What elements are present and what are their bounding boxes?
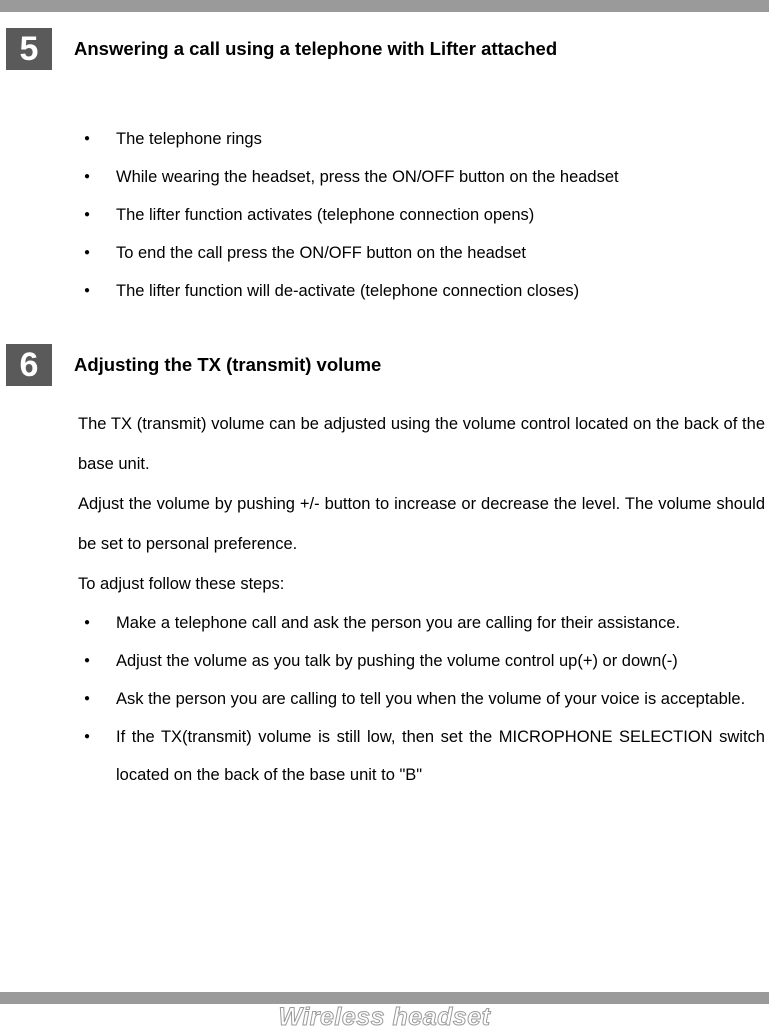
section-5-content: The telephone rings While wearing the he… — [78, 120, 765, 310]
list-item: Make a telephone call and ask the person… — [78, 604, 765, 642]
list-item: The telephone rings — [78, 120, 765, 158]
section-6-header: 6 Adjusting the TX (transmit) volume — [6, 344, 769, 386]
section-6-content: The TX (transmit) volume can be adjusted… — [78, 404, 765, 794]
body-paragraph: The TX (transmit) volume can be adjusted… — [78, 404, 765, 484]
list-item: The lifter function activates (telephone… — [78, 196, 765, 234]
list-item: Adjust the volume as you talk by pushing… — [78, 642, 765, 680]
section-number-box: 5 — [6, 28, 52, 70]
section-number-box: 6 — [6, 344, 52, 386]
section-title: Adjusting the TX (transmit) volume — [74, 354, 381, 376]
list-item: If the TX(transmit) volume is still low,… — [78, 718, 765, 794]
section-title: Answering a call using a telephone with … — [74, 38, 557, 60]
list-item: Ask the person you are calling to tell y… — [78, 680, 765, 718]
footer-area: Wireless headset — [0, 992, 769, 1030]
list-item: To end the call press the ON/OFF button … — [78, 234, 765, 272]
body-paragraph: Adjust the volume by pushing +/- button … — [78, 484, 765, 564]
section-5-bullets: The telephone rings While wearing the he… — [78, 120, 765, 310]
list-item: While wearing the headset, press the ON/… — [78, 158, 765, 196]
section-6-bullets: Make a telephone call and ask the person… — [78, 604, 765, 794]
list-item: The lifter function will de-activate (te… — [78, 272, 765, 310]
body-paragraph: To adjust follow these steps: — [78, 564, 765, 604]
top-divider-bar — [0, 0, 769, 12]
section-5-header: 5 Answering a call using a telephone wit… — [6, 28, 769, 70]
footer-watermark: Wireless headset — [0, 1004, 769, 1030]
